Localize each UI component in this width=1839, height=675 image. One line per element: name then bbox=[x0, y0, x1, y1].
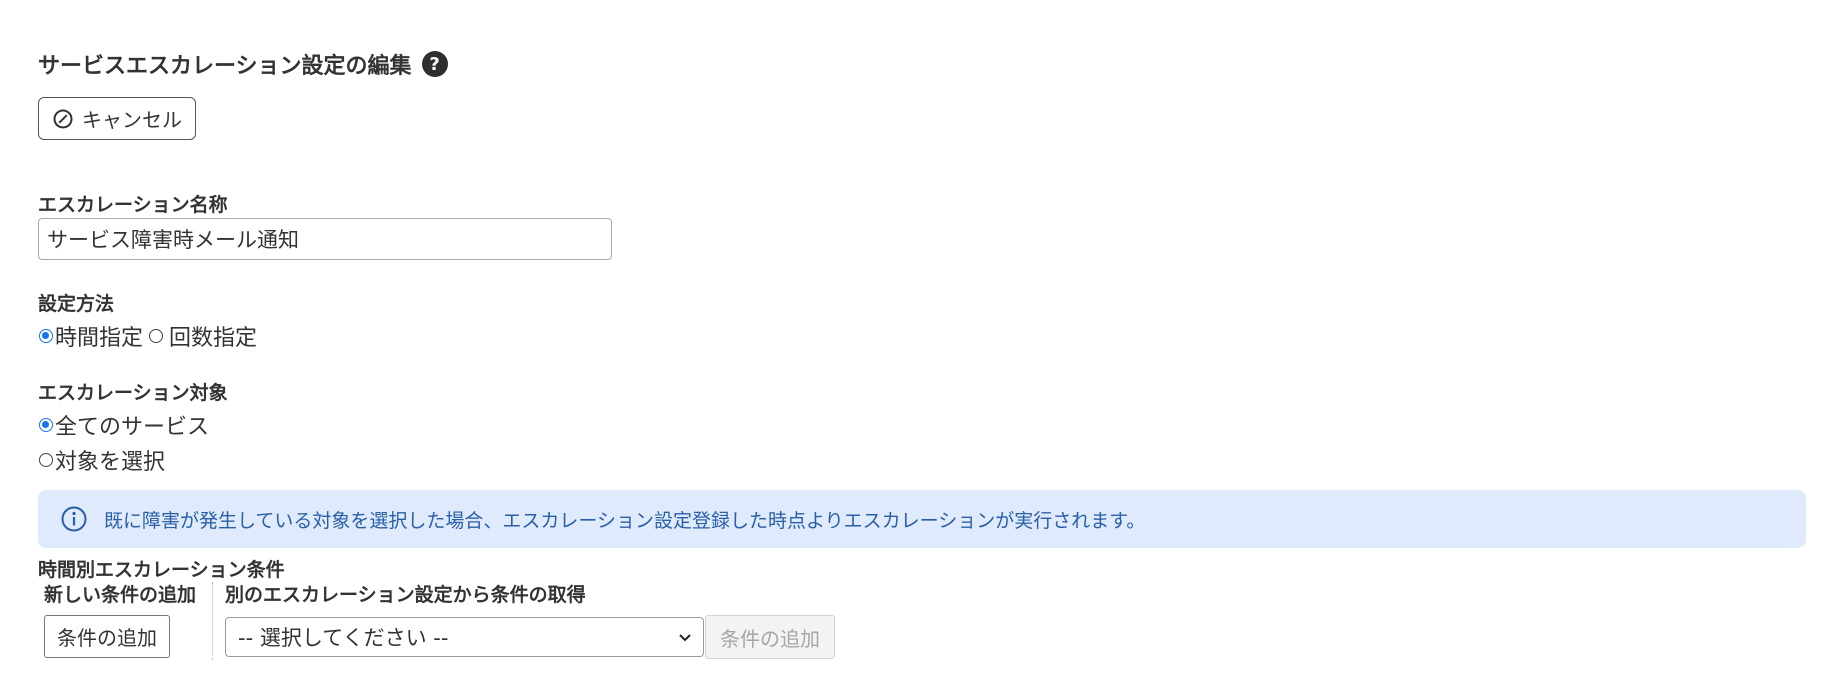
escalation-edit-page: サービスエスカレーション設定の編集 ? キャンセル エスカレーション名称 設定方… bbox=[0, 0, 1839, 675]
conditions-area: 新しい条件の追加 条件の追加 別のエスカレーション設定から条件の取得 -- 選択… bbox=[38, 582, 835, 660]
chevron-down-icon bbox=[677, 629, 693, 645]
copy-condition-column: 別のエスカレーション設定から条件の取得 -- 選択してください -- 条件の追加 bbox=[213, 582, 835, 660]
escalation-template-select[interactable]: -- 選択してください -- bbox=[225, 617, 704, 657]
method-option-count-label: 回数指定 bbox=[169, 326, 258, 351]
cancel-circle-icon bbox=[52, 108, 74, 130]
new-condition-column: 新しい条件の追加 条件の追加 bbox=[38, 582, 213, 660]
question-circle-icon[interactable]: ? bbox=[421, 51, 448, 77]
radio-count[interactable] bbox=[149, 329, 164, 343]
info-message: 既に障害が発生している対象を選択した場合、エスカレーション設定登録した時点よりエ… bbox=[104, 509, 1146, 532]
copy-condition-row: -- 選択してください -- 条件の追加 bbox=[225, 615, 835, 659]
title-row: サービスエスカレーション設定の編集 ? bbox=[38, 48, 448, 80]
target-option-select-label: 対象を選択 bbox=[55, 450, 166, 475]
name-label: エスカレーション名称 bbox=[38, 194, 228, 216]
method-label: 設定方法 bbox=[38, 293, 115, 315]
method-radio-group: 時間指定 回数指定 bbox=[39, 320, 263, 352]
radio-time[interactable] bbox=[39, 329, 53, 343]
page-title: サービスエスカレーション設定の編集 bbox=[38, 54, 412, 79]
target-option-all-label: 全てのサービス bbox=[55, 415, 210, 440]
info-banner: 既に障害が発生している対象を選択した場合、エスカレーション設定登録した時点よりエ… bbox=[38, 490, 1806, 548]
conditions-section-label: 時間別エスカレーション条件 bbox=[38, 559, 285, 581]
copy-add-condition-button[interactable]: 条件の追加 bbox=[705, 615, 835, 659]
method-option-time[interactable]: 時間指定 bbox=[39, 320, 143, 352]
target-option-all[interactable]: 全てのサービス bbox=[39, 409, 209, 441]
cancel-button-label: キャンセル bbox=[82, 108, 182, 132]
target-label: エスカレーション対象 bbox=[38, 382, 228, 404]
copy-condition-label: 別のエスカレーション設定から条件の取得 bbox=[225, 584, 586, 606]
escalation-name-input[interactable] bbox=[38, 218, 612, 260]
method-option-time-label: 時間指定 bbox=[55, 326, 144, 351]
new-condition-label: 新しい条件の追加 bbox=[44, 584, 197, 606]
target-option-select[interactable]: 対象を選択 bbox=[39, 444, 165, 476]
info-circle-icon bbox=[60, 505, 88, 533]
method-option-count[interactable]: 回数指定 bbox=[149, 320, 257, 352]
add-condition-button[interactable]: 条件の追加 bbox=[44, 615, 170, 658]
cancel-button[interactable]: キャンセル bbox=[38, 97, 196, 140]
radio-all-services[interactable] bbox=[39, 418, 53, 432]
radio-select-target[interactable] bbox=[39, 453, 53, 467]
template-select-value: -- 選択してください -- bbox=[238, 626, 449, 650]
